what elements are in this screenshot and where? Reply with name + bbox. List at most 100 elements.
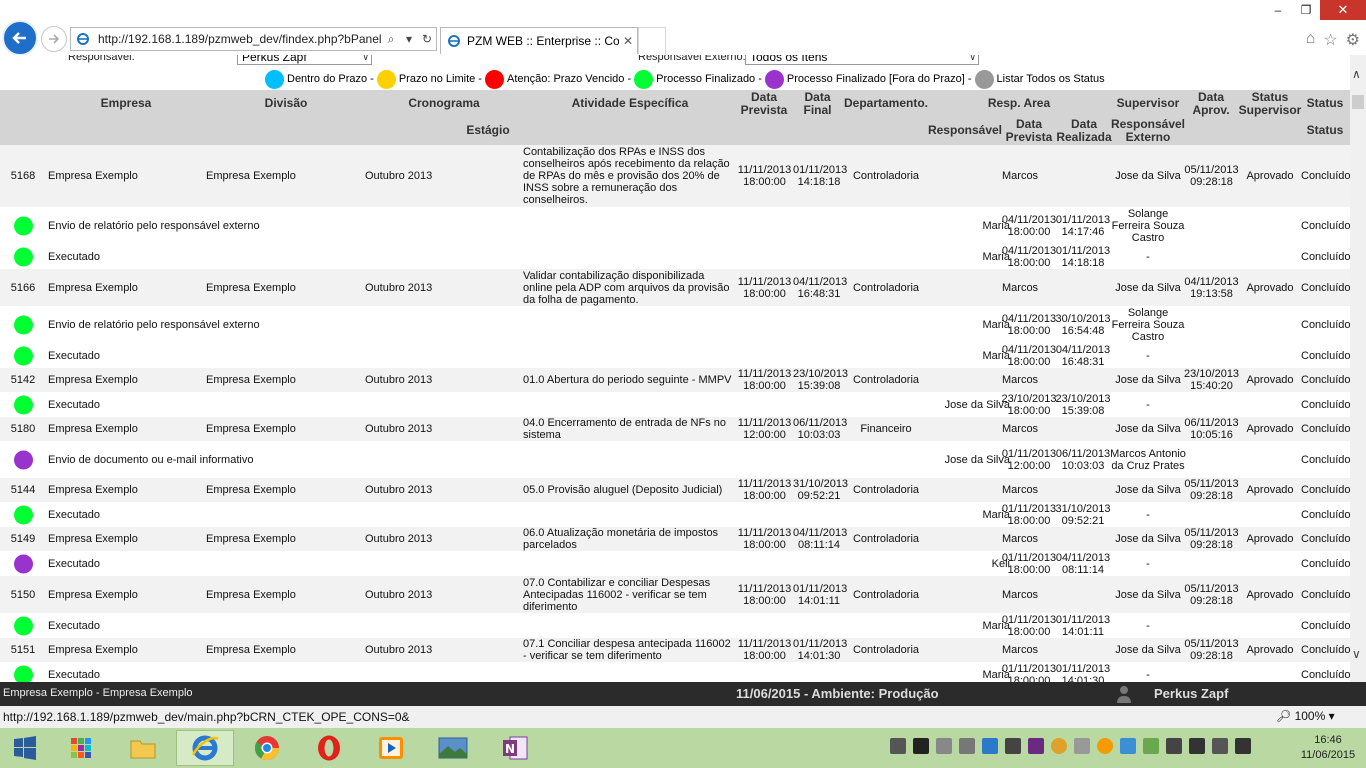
- col-status[interactable]: Status: [1302, 97, 1348, 110]
- taskbar-onenote[interactable]: N: [486, 730, 544, 766]
- legend-dot-icon[interactable]: [376, 69, 396, 89]
- legend-label[interactable]: Atenção: Prazo Vencido -: [507, 73, 631, 85]
- tray-tool-icon[interactable]: [959, 738, 975, 754]
- col-departamento[interactable]: Departamento.: [840, 97, 932, 110]
- tray-display-icon[interactable]: [1166, 738, 1182, 754]
- col-supervisor[interactable]: Supervisor: [1111, 97, 1185, 110]
- table-row[interactable]: 5150 Empresa Exemplo Empresa Exemplo Outubr…: [0, 576, 1350, 613]
- legend-dot-icon[interactable]: [634, 69, 654, 89]
- tray-avast-icon[interactable]: [1097, 738, 1113, 754]
- window-close-icon[interactable]: ✕: [1320, 0, 1366, 20]
- legend-label[interactable]: Prazo no Limite -: [399, 73, 482, 85]
- legend-dot-icon[interactable]: [764, 69, 784, 89]
- zoom-level[interactable]: 🔎︎ 100% ▾: [1276, 709, 1335, 723]
- status-dot-icon[interactable]: [14, 216, 33, 235]
- home-icon[interactable]: ⌂: [1306, 30, 1316, 50]
- scroll-thumb[interactable]: [1352, 95, 1364, 109]
- taskbar-explorer[interactable]: [114, 730, 172, 766]
- legend-dot-icon[interactable]: [484, 69, 504, 89]
- taskbar-opera[interactable]: [300, 730, 358, 766]
- minimize-icon[interactable]: –: [1264, 0, 1292, 20]
- table-row[interactable]: 5149 Empresa Exemplo Empresa Exemplo Outubr…: [0, 527, 1350, 551]
- back-button[interactable]: [2, 20, 38, 56]
- restore-icon[interactable]: ❐: [1292, 0, 1320, 20]
- taskbar-photos[interactable]: [424, 730, 482, 766]
- tray-onenote-icon[interactable]: [1028, 738, 1044, 754]
- tray-monitor-icon[interactable]: [913, 738, 929, 754]
- status-dot-icon[interactable]: [14, 346, 33, 365]
- tray-volume-icon[interactable]: [1235, 738, 1251, 754]
- status-dot-icon[interactable]: [14, 395, 33, 414]
- search-icon[interactable]: ⌕: [382, 32, 400, 47]
- forward-button[interactable]: [41, 26, 67, 52]
- dropdown-icon[interactable]: ▾: [400, 32, 418, 46]
- col-status-supervisor[interactable]: Status Supervisor: [1236, 91, 1304, 117]
- legend-label[interactable]: Dentro do Prazo -: [287, 73, 374, 85]
- tab-close-icon[interactable]: ✕: [619, 34, 637, 48]
- tray-power-icon[interactable]: [1189, 738, 1205, 754]
- address-bar[interactable]: http://192.168.1.189/pzmweb_dev/findex.p…: [70, 27, 437, 51]
- table-row[interactable]: 5166 Empresa Exemplo Empresa Exemplo Outubr…: [0, 269, 1350, 306]
- col-status-sub[interactable]: Status: [1302, 124, 1348, 137]
- taskbar-ie[interactable]: [176, 730, 234, 766]
- col-responsavel[interactable]: Responsável: [925, 124, 1005, 137]
- table-subrow[interactable]: Executado Maria 04/11/2013 18:00:00 04/11/2…: [0, 343, 1350, 368]
- col-data-prevista[interactable]: Data Prevista: [736, 91, 792, 117]
- status-dot-icon[interactable]: [14, 616, 33, 635]
- table-row[interactable]: 5144 Empresa Exemplo Empresa Exemplo Outubr…: [0, 478, 1350, 502]
- col-empresa[interactable]: Empresa: [80, 97, 172, 110]
- legend-dot-icon[interactable]: [265, 69, 284, 89]
- col-divisao[interactable]: Divisão: [240, 97, 332, 110]
- legend-dot-icon[interactable]: [974, 69, 994, 89]
- refresh-icon[interactable]: ↻: [418, 32, 436, 46]
- legend-label[interactable]: Processo Finalizado [Fora do Prazo] -: [787, 73, 972, 85]
- tray-signal-icon[interactable]: [1212, 738, 1228, 754]
- footer-user[interactable]: Perkus Zapf: [1154, 686, 1228, 701]
- tray-teamviewer-icon[interactable]: [982, 738, 998, 754]
- status-dot-icon[interactable]: [14, 505, 33, 524]
- table-subrow[interactable]: Executado Keli 01/11/2013 18:00:00 04/11/20…: [0, 551, 1350, 576]
- col-data-aprov[interactable]: Data Aprov.: [1190, 91, 1232, 117]
- status-dot-icon[interactable]: [14, 247, 33, 266]
- taskbar-media[interactable]: [362, 730, 420, 766]
- taskbar-chrome[interactable]: [238, 730, 296, 766]
- status-dot-icon[interactable]: [14, 450, 33, 469]
- status-dot-icon[interactable]: [14, 665, 33, 682]
- new-tab-button[interactable]: [638, 27, 666, 54]
- responsavel-select[interactable]: Perkus Zapf ∨: [237, 55, 372, 65]
- scroll-down-icon[interactable]: ∨: [1352, 647, 1361, 661]
- col-resp-area[interactable]: Resp. Area: [978, 97, 1060, 110]
- taskbar-apps[interactable]: [52, 730, 110, 766]
- tray-network-icon[interactable]: [936, 738, 952, 754]
- legend-label[interactable]: Processo Finalizado -: [656, 73, 762, 85]
- tray-cloud-icon[interactable]: [1074, 738, 1090, 754]
- table-subrow[interactable]: Executado Maria 04/11/2013 18:00:00 01/11/2…: [0, 244, 1350, 269]
- col-data-final[interactable]: Data Final: [795, 91, 840, 117]
- vertical-scrollbar[interactable]: ∧ ∨: [1350, 55, 1366, 682]
- taskbar-clock[interactable]: 16:46 11/06/2015: [1297, 733, 1359, 763]
- table-subrow[interactable]: Envio de relatório pelo responsável exte…: [0, 306, 1350, 343]
- favorites-star-icon[interactable]: ☆: [1323, 30, 1337, 50]
- status-dot-icon[interactable]: [14, 315, 33, 334]
- table-row[interactable]: 5151 Empresa Exemplo Empresa Exemplo Outubr…: [0, 638, 1350, 662]
- col-responsavel-externo[interactable]: Responsável Externo: [1108, 118, 1188, 144]
- table-row[interactable]: 5180 Empresa Exemplo Empresa Exemplo Outubr…: [0, 417, 1350, 441]
- tray-apps-icon[interactable]: [890, 738, 906, 754]
- start-button[interactable]: [0, 730, 50, 766]
- tray-notification-icon[interactable]: [1005, 738, 1021, 754]
- table-row[interactable]: 5168 Empresa Exemplo Empresa Exemplo Outubr…: [0, 145, 1350, 207]
- col-sub-data-prevista[interactable]: Data Prevista: [1002, 118, 1056, 144]
- table-subrow[interactable]: Executado Maria 01/11/2013 18:00:00 01/11/2…: [0, 662, 1350, 682]
- table-subrow[interactable]: Envio de relatório pelo responsável exte…: [0, 207, 1350, 244]
- table-subrow[interactable]: Envio de documento ou e-mail informativo…: [0, 441, 1350, 478]
- col-cronograma[interactable]: Cronograma: [390, 97, 498, 110]
- col-atividade[interactable]: Atividade Específica: [550, 97, 710, 110]
- table-subrow[interactable]: Executado Maria 01/11/2013 18:00:00 31/10/2…: [0, 502, 1350, 527]
- scroll-up-icon[interactable]: ∧: [1352, 67, 1361, 81]
- tray-chrome-icon[interactable]: [1051, 738, 1067, 754]
- col-sub-data-realizada[interactable]: Data Realizada: [1055, 118, 1113, 144]
- tray-sync-icon[interactable]: [1143, 738, 1159, 754]
- responsavel-externo-select[interactable]: Todos os Itens ∨: [745, 55, 979, 65]
- address-text[interactable]: http://192.168.1.189/pzmweb_dev/findex.p…: [98, 32, 382, 46]
- tray-app-icon[interactable]: [1120, 738, 1136, 754]
